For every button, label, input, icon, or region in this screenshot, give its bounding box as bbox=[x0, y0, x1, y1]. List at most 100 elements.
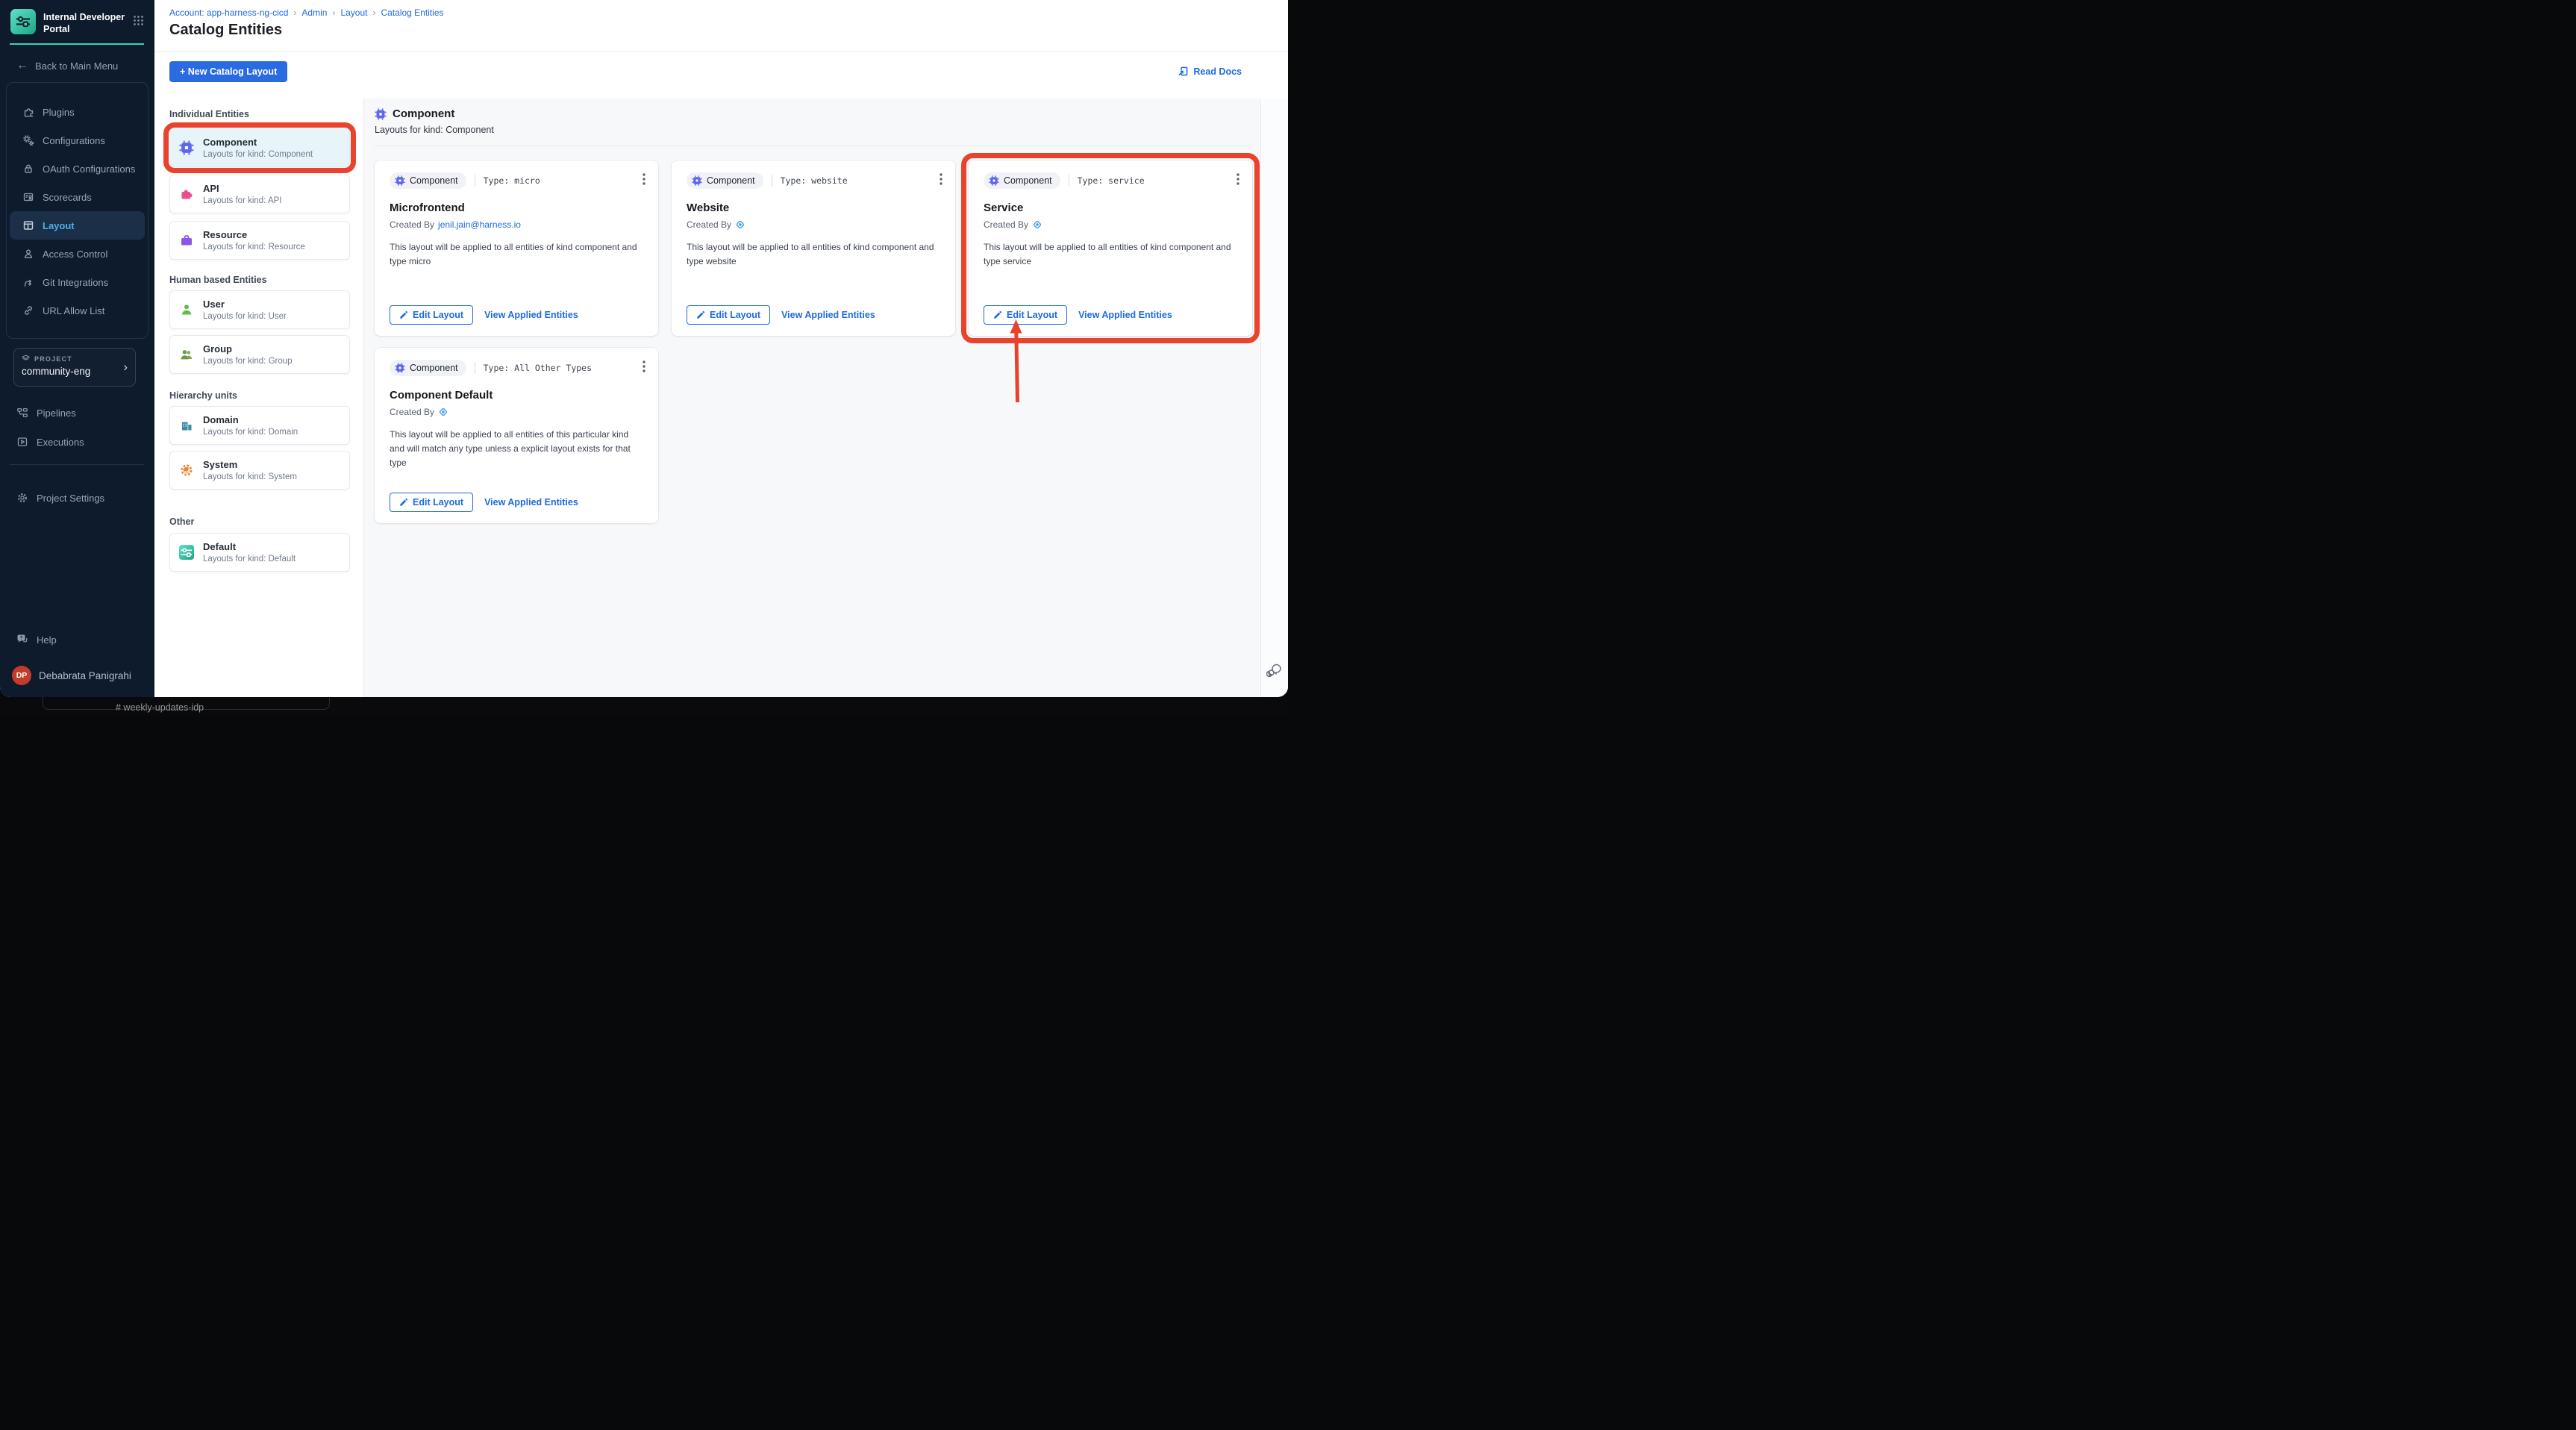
section-other: Other bbox=[169, 516, 195, 527]
kind-section-title: Component bbox=[393, 107, 455, 120]
kind-badge: Component bbox=[390, 172, 466, 189]
right-gutter bbox=[1260, 99, 1288, 697]
component-chip-icon bbox=[179, 140, 194, 155]
entity-card-api[interactable]: API Layouts for kind: API bbox=[169, 175, 350, 213]
sidebar-item-executions[interactable]: Executions bbox=[0, 431, 154, 453]
layout-description: This layout will be applied to all entit… bbox=[984, 242, 1231, 267]
type-label: Type: All Other Types bbox=[474, 362, 592, 374]
chevron-right-icon: › bbox=[123, 360, 128, 374]
layout-title: Component Default bbox=[390, 389, 493, 402]
layout-icon bbox=[23, 221, 34, 230]
sidebar-item-scorecards[interactable]: Scorecards bbox=[10, 183, 145, 211]
puzzle-icon bbox=[24, 108, 34, 117]
view-applied-entities-link[interactable]: View Applied Entities bbox=[484, 497, 578, 508]
sidebar-item-access-control[interactable]: Access Control bbox=[10, 240, 145, 268]
sidebar-item-layout[interactable]: Layout bbox=[10, 211, 145, 240]
view-applied-entities-link[interactable]: View Applied Entities bbox=[781, 310, 875, 320]
avatar: DP bbox=[12, 666, 31, 685]
brand-divider bbox=[10, 43, 144, 45]
breadcrumb-account[interactable]: Account: app-harness-ng-cicd bbox=[169, 7, 288, 18]
view-applied-entities-link[interactable]: View Applied Entities bbox=[1078, 310, 1172, 320]
user-menu[interactable]: DP Debabrata Panigrahi bbox=[0, 663, 154, 688]
created-by: Created By bbox=[390, 407, 643, 417]
gear-icon bbox=[18, 493, 27, 502]
new-catalog-layout-button[interactable]: + New Catalog Layout bbox=[169, 61, 288, 82]
edit-layout-button[interactable]: Edit Layout bbox=[984, 305, 1068, 325]
resource-briefcase-icon bbox=[181, 235, 192, 246]
layout-description: This layout will be applied to all entit… bbox=[687, 242, 934, 267]
arrow-left-icon: ← bbox=[16, 59, 28, 72]
kebab-menu-icon[interactable] bbox=[640, 172, 648, 190]
feedback-chat-icon[interactable] bbox=[1266, 661, 1283, 681]
scorecard-icon bbox=[23, 193, 34, 202]
breadcrumb-separator: › bbox=[293, 7, 297, 18]
entity-card-component[interactable]: Component Layouts for kind: Component bbox=[163, 122, 356, 173]
entity-card-user[interactable]: User Layouts for kind: User bbox=[169, 290, 350, 329]
app-switcher-grid-icon[interactable] bbox=[133, 15, 144, 30]
help-chat-icon: ? bbox=[17, 634, 28, 643]
component-chip-icon bbox=[989, 175, 999, 186]
back-to-main-menu[interactable]: ← Back to Main Menu bbox=[16, 60, 118, 72]
doc-external-icon bbox=[1178, 66, 1188, 76]
type-label: Type: micro bbox=[474, 175, 540, 187]
sidebar-item-oauth-configurations[interactable]: OAuth Configurations bbox=[10, 154, 145, 183]
layout-title: Microfrontend bbox=[390, 202, 465, 214]
pipelines-icon bbox=[17, 408, 28, 418]
layout-card-microfrontend: Component Type: micro Microfrontend Crea… bbox=[375, 160, 658, 336]
kebab-menu-icon[interactable] bbox=[1234, 172, 1242, 190]
pencil-icon bbox=[400, 498, 408, 506]
breadcrumb-separator: › bbox=[332, 7, 336, 18]
help-button[interactable]: ? Help bbox=[0, 628, 154, 651]
section-individual-entities: Individual Entities bbox=[169, 109, 249, 119]
entity-card-system[interactable]: System Layouts for kind: System bbox=[169, 451, 350, 490]
type-label: Type: website bbox=[771, 175, 848, 187]
edit-layout-button[interactable]: Edit Layout bbox=[687, 305, 771, 325]
entity-kind-panel: Individual Entities Component Layouts for… bbox=[154, 99, 364, 697]
layout-title: Service bbox=[984, 202, 1024, 214]
svg-text:?: ? bbox=[20, 636, 23, 641]
executions-icon bbox=[17, 437, 28, 446]
kebab-menu-icon[interactable] bbox=[640, 359, 648, 378]
user-name: Debabrata Panigrahi bbox=[39, 669, 131, 681]
component-chip-icon bbox=[692, 175, 702, 186]
project-name: community-eng bbox=[22, 366, 91, 377]
sidebar-item-plugins[interactable]: Plugins bbox=[10, 98, 145, 126]
breadcrumb-admin[interactable]: Admin bbox=[301, 7, 327, 18]
breadcrumb: Account: app-harness-ng-cicd › Admin › L… bbox=[169, 7, 444, 18]
sidebar-item-pipelines[interactable]: Pipelines bbox=[0, 402, 154, 424]
kebab-menu-icon[interactable] bbox=[937, 172, 945, 190]
created-by-email-link[interactable]: jenil.jain@harness.io bbox=[438, 219, 521, 230]
person-icon bbox=[24, 249, 33, 258]
kind-badge: Component bbox=[687, 172, 763, 189]
breadcrumb-layout[interactable]: Layout bbox=[340, 7, 367, 18]
harness-logo-icon bbox=[1033, 220, 1042, 229]
sidebar-item-project-settings[interactable]: Project Settings bbox=[0, 487, 154, 509]
entity-card-group[interactable]: Group Layouts for kind: Group bbox=[169, 335, 350, 374]
sidebar-item-url-allow-list[interactable]: URL Allow List bbox=[10, 296, 145, 325]
sidebar-item-configurations[interactable]: Configurations bbox=[10, 126, 145, 154]
breadcrumb-catalog-entities[interactable]: Catalog Entities bbox=[381, 7, 443, 18]
sidebar-item-git-integrations[interactable]: Git Integrations bbox=[10, 268, 145, 296]
edit-layout-button[interactable]: Edit Layout bbox=[390, 493, 474, 512]
layout-card-service: Component Type: service Service Created … bbox=[961, 153, 1260, 403]
component-chip-icon bbox=[395, 175, 405, 186]
default-idp-icon bbox=[179, 545, 194, 560]
entity-card-domain[interactable]: Domain Layouts for kind: Domain bbox=[169, 406, 350, 445]
read-docs-link[interactable]: Read Docs bbox=[1178, 66, 1242, 77]
entity-card-resource[interactable]: Resource Layouts for kind: Resource bbox=[169, 221, 350, 260]
lock-icon bbox=[25, 164, 32, 173]
entity-card-default[interactable]: Default Layouts for kind: Default bbox=[169, 533, 350, 572]
edit-layout-button[interactable]: Edit Layout bbox=[390, 305, 474, 325]
kind-section-subtitle: Layouts for kind: Component bbox=[375, 125, 494, 135]
view-applied-entities-link[interactable]: View Applied Entities bbox=[484, 310, 578, 320]
project-selector[interactable]: PROJECT community-eng › bbox=[13, 348, 136, 387]
layout-description: This layout will be applied to all entit… bbox=[390, 242, 637, 267]
toolbar: + New Catalog Layout Read Docs bbox=[154, 52, 1288, 99]
group-icon bbox=[181, 350, 193, 360]
component-chip-icon bbox=[395, 363, 405, 373]
page-header: Account: app-harness-ng-cicd › Admin › L… bbox=[154, 0, 1288, 52]
api-puzzle-icon bbox=[181, 190, 193, 199]
breadcrumb-separator: › bbox=[372, 7, 376, 18]
brand: Internal Developer Portal bbox=[10, 9, 130, 36]
app-window: Internal Developer Portal ← Back to Main… bbox=[0, 0, 1288, 697]
